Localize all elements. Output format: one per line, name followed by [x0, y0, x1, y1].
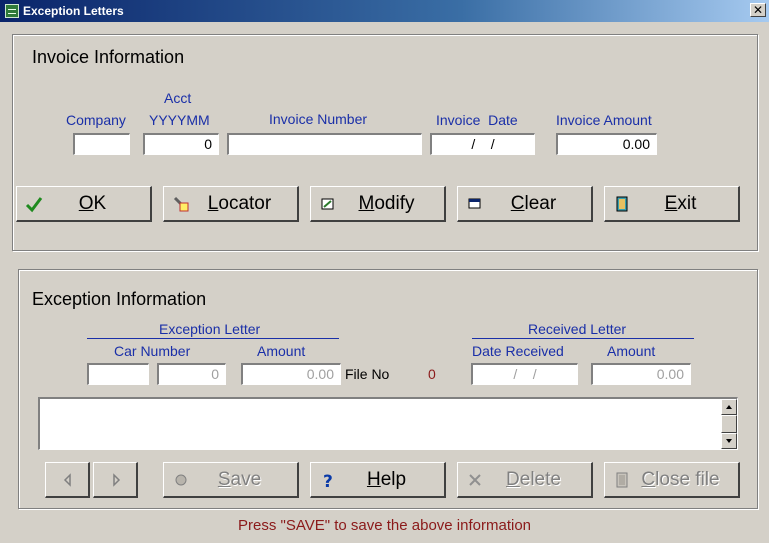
- acct-label-line1: Acct: [164, 90, 192, 106]
- car-number-field[interactable]: 0: [157, 363, 226, 385]
- received-letter-underline: [472, 338, 694, 339]
- arrow-left-icon: [63, 473, 71, 487]
- amount-label: Amount: [257, 343, 306, 359]
- close-file-button[interactable]: Close file: [604, 462, 740, 498]
- exception-letter-heading: Exception Letter: [159, 321, 261, 337]
- door-icon: [616, 196, 628, 212]
- exception-letter-underline: [87, 338, 339, 339]
- invoice-number-label: Invoice Number: [269, 111, 368, 127]
- ok-button[interactable]: OK: [16, 186, 152, 222]
- acct-label-line2: YYYYMM: [149, 112, 210, 128]
- delete-button[interactable]: Delete: [457, 462, 593, 498]
- acct-field[interactable]: 0: [143, 133, 219, 155]
- invoice-panel-title: Invoice Information: [32, 47, 185, 67]
- file-no-value: 0: [428, 366, 436, 382]
- flashlight-icon: [173, 196, 189, 212]
- invoice-date-label: Invoice Date: [436, 112, 518, 128]
- notes-scrollbar[interactable]: [721, 399, 737, 449]
- clear-button[interactable]: Clear: [457, 186, 593, 222]
- company-field[interactable]: [73, 133, 130, 155]
- modify-button[interactable]: Modify: [310, 186, 446, 222]
- arrow-up-icon: [726, 405, 732, 409]
- close-window-button[interactable]: ✕: [750, 3, 766, 17]
- scroll-thumb[interactable]: [721, 415, 737, 433]
- title-bar: Exception Letters ✕: [0, 0, 769, 22]
- help-button[interactable]: ? Help: [310, 462, 446, 498]
- status-message: Press "SAVE" to save the above informati…: [237, 517, 532, 534]
- save-button[interactable]: Save: [163, 462, 299, 498]
- next-button[interactable]: [93, 462, 138, 498]
- invoice-amount-field[interactable]: 0.00: [556, 133, 657, 155]
- circle-icon: [175, 474, 187, 486]
- notes-memo[interactable]: [38, 397, 738, 450]
- exit-button[interactable]: Exit: [604, 186, 740, 222]
- date-received-label: Date Received: [472, 343, 564, 359]
- invoice-amount-label: Invoice Amount: [556, 112, 652, 128]
- received-letter-heading: Received Letter: [528, 321, 627, 337]
- amount-field[interactable]: 0.00: [241, 363, 341, 385]
- svg-text:?: ?: [323, 472, 333, 489]
- file-no-label: File No: [345, 366, 390, 382]
- app-icon: [5, 4, 19, 18]
- window-title: Exception Letters: [23, 4, 124, 18]
- window-icon: [468, 198, 481, 209]
- x-icon: [469, 474, 481, 486]
- car-prefix-field[interactable]: [87, 363, 149, 385]
- arrow-right-icon: [113, 473, 121, 487]
- company-label: Company: [66, 112, 126, 128]
- exception-panel-title: Exception Information: [32, 289, 207, 309]
- locator-button[interactable]: Locator: [163, 186, 299, 222]
- car-number-label: Car Number: [114, 343, 191, 359]
- invoice-number-field[interactable]: [227, 133, 422, 155]
- scroll-down-button[interactable]: [721, 433, 737, 449]
- edit-icon: [321, 198, 334, 210]
- door-icon: [616, 472, 628, 488]
- check-icon: [25, 197, 43, 213]
- question-icon: ?: [323, 472, 333, 489]
- prev-button[interactable]: [45, 462, 90, 498]
- received-amount-label: Amount: [607, 343, 656, 359]
- scroll-up-button[interactable]: [721, 399, 737, 415]
- invoice-date-field[interactable]: / /: [430, 133, 535, 155]
- arrow-down-icon: [726, 439, 732, 443]
- date-received-field[interactable]: / /: [471, 363, 578, 385]
- received-amount-field[interactable]: 0.00: [591, 363, 691, 385]
